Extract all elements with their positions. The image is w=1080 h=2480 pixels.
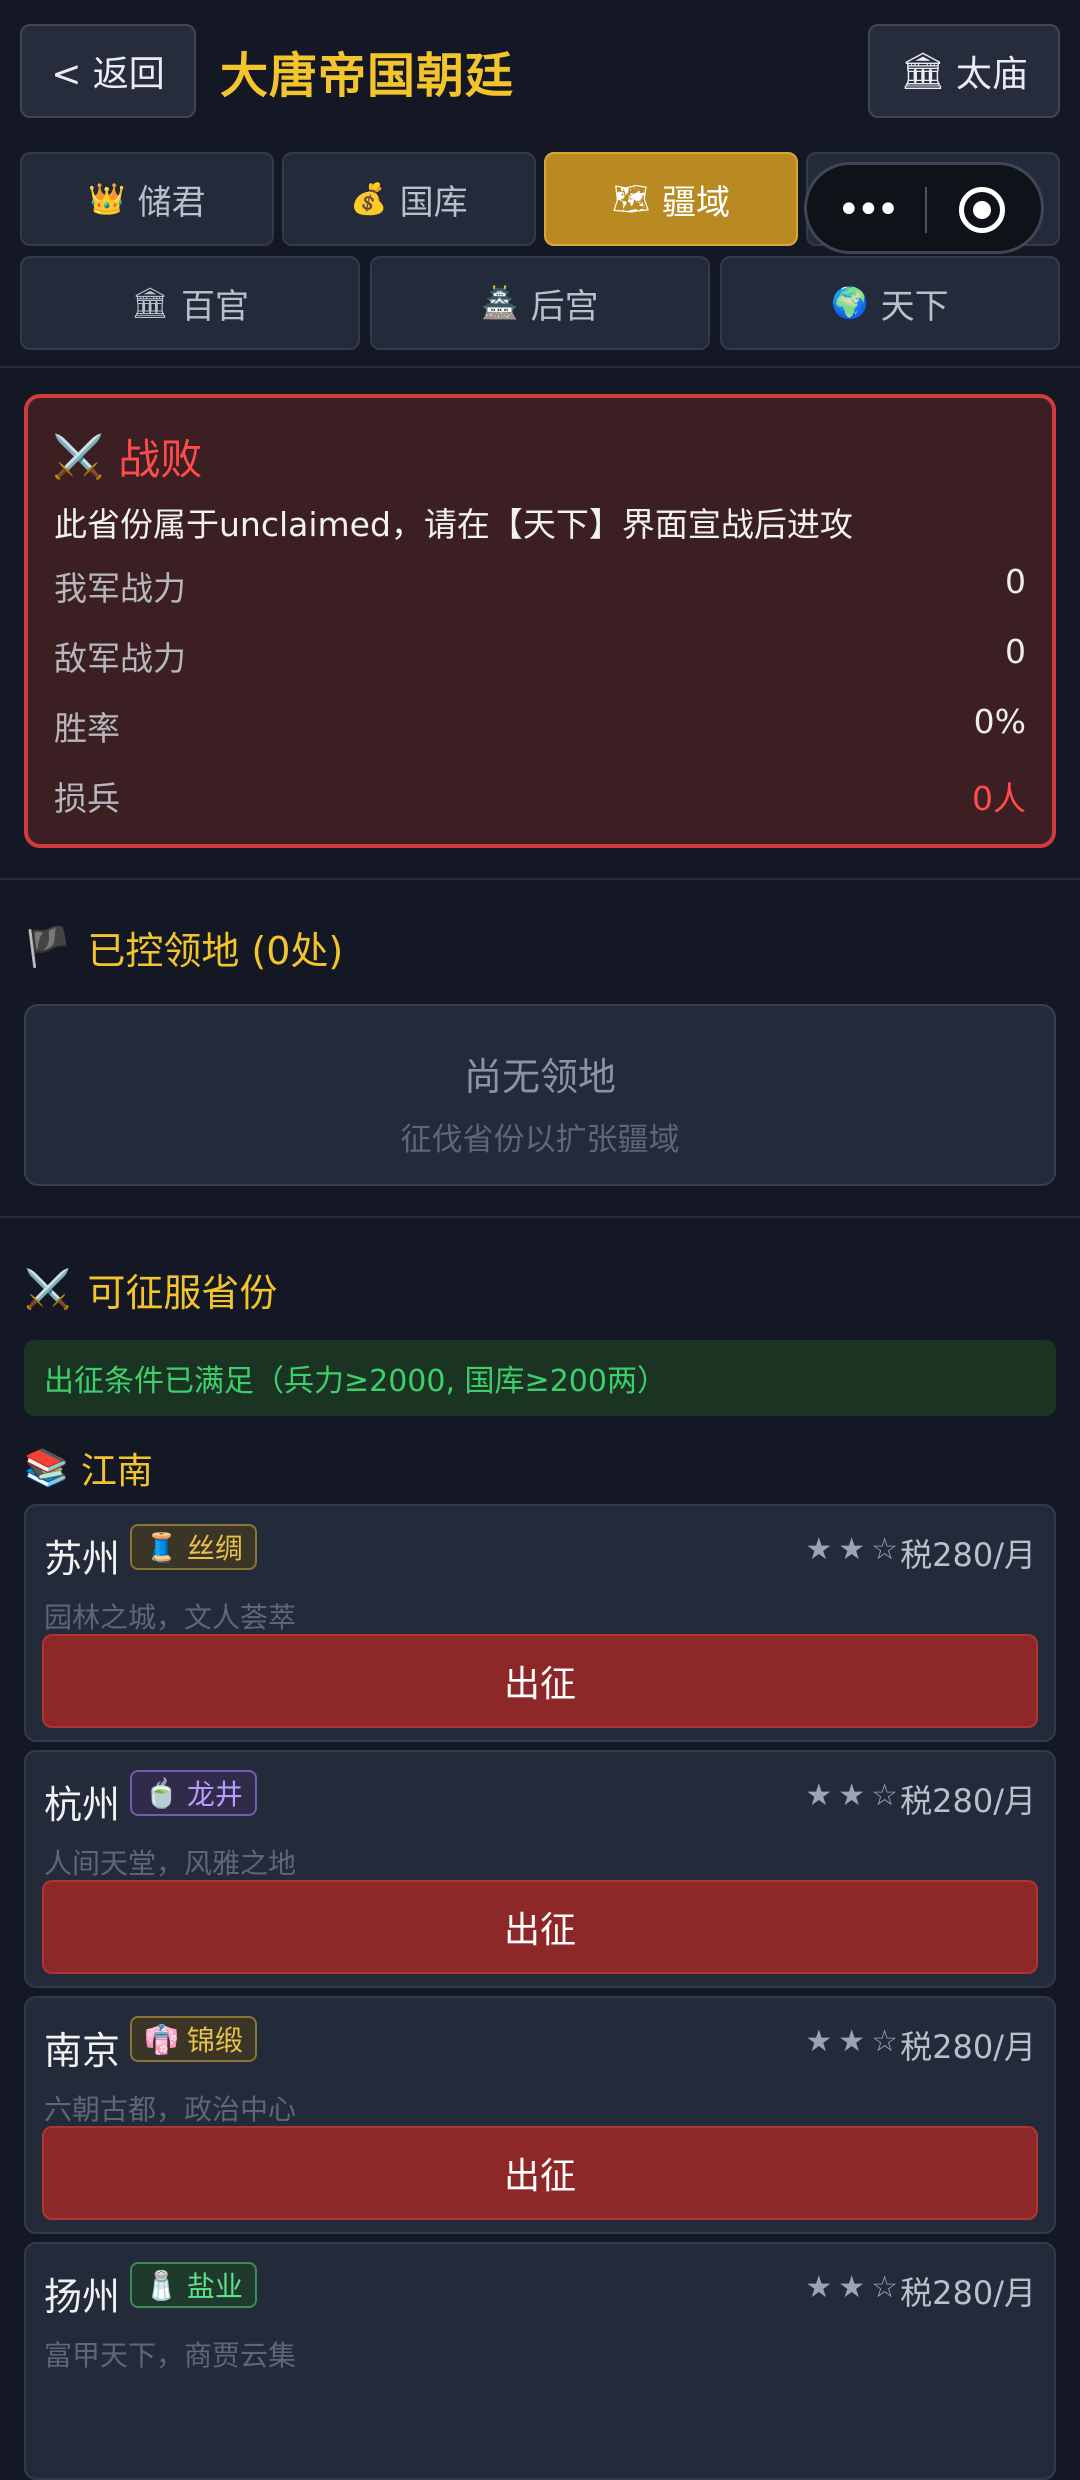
stat-value-losses: 0人 [972,779,1026,818]
top-bar: < 返回 大唐帝国朝廷 🏛 太庙 [0,0,1080,150]
close-target-icon[interactable] [959,187,1005,233]
resource-label: 丝绸 [186,1532,243,1565]
resource-label: 龙井 [186,1778,243,1811]
battle-title-text: 战败 [118,435,203,484]
tab-heir[interactable]: 👑 储君 [20,152,274,246]
kimono-icon: 👘 [144,2022,179,2056]
resource-badge: 👘 锦缎 [130,2016,257,2062]
rating-stars: ★★☆ [805,2270,904,2305]
province-card: 扬州 🧂 盐业 ★★☆ 税280/月 富甲天下，商贾云集 [24,2242,1056,2480]
tab-officials[interactable]: 🏛 百官 [20,256,360,350]
flag-icon: 🏴 [24,925,72,969]
tab-label: 后宫 [530,286,599,327]
resource-badge: 🧵 丝绸 [130,1524,257,1570]
province-name: 南京 [44,2029,121,2073]
province-description: 富甲天下，商贾云集 [44,2339,297,2372]
capsule-divider [925,187,927,233]
empty-hint: 征伐省份以扩张疆域 [400,1122,680,1158]
stat-value-enemy-power: 0 [1005,632,1026,671]
back-button[interactable]: < 返回 [20,24,196,118]
tax-value: 税280/月 [900,2274,1036,2312]
tax-value: 税280/月 [900,1782,1036,1820]
tab-harem[interactable]: 🏯 后宫 [370,256,710,350]
resource-label: 盐业 [186,2270,243,2303]
palace-icon: 🏯 [481,285,519,321]
divider [0,878,1080,880]
tab-label: 储君 [137,182,206,223]
stat-value-win-rate: 0% [973,702,1026,741]
tax-value: 税280/月 [900,1536,1036,1574]
stat-label-win-rate: 胜率 [54,709,120,748]
salt-icon: 🧂 [144,2268,179,2302]
condition-banner: 出征条件已满足（兵力≥2000, 国库≥200两） [24,1340,1056,1416]
province-card: 苏州 🧵 丝绸 ★★☆ 税280/月 园林之城，文人荟萃 出征 [24,1504,1056,1742]
empty-territories-box: 尚无领地 征伐省份以扩张疆域 [24,1004,1056,1186]
resource-badge: 🍵 龙井 [130,1770,257,1816]
attack-button[interactable]: 出征 [42,2126,1038,2220]
tab-treasury[interactable]: 💰 国库 [282,152,536,246]
tab-label: 国库 [399,182,468,223]
miniprogram-capsule[interactable]: ••• [804,162,1044,254]
stat-label-our-power: 我军战力 [54,569,186,608]
region-name: 江南 [80,1451,153,1492]
rating-stars: ★★☆ [805,1532,904,1567]
battle-result-panel: ⚔️ 战败 此省份属于unclaimed，请在【天下】界面宣战后进攻 我军战力 … [24,394,1056,848]
page-title: 大唐帝国朝廷 [220,48,515,104]
tab-territory[interactable]: 🗺 疆域 [544,152,798,246]
battle-title: ⚔️ 战败 [52,426,202,487]
rating-stars: ★★☆ [805,1778,904,1813]
money-bag-icon: 💰 [350,181,388,217]
province-description: 人间天堂，风雅之地 [44,1847,297,1880]
books-icon: 📚 [24,1448,69,1489]
temple-icon: 🏛 [900,51,946,92]
tea-icon: 🍵 [144,1776,179,1810]
rating-stars: ★★☆ [805,2024,904,2059]
tab-world[interactable]: 🌍 天下 [720,256,1060,350]
stat-label-enemy-power: 敌军战力 [54,639,186,678]
province-description: 园林之城，文人荟萃 [44,1601,297,1634]
province-name: 苏州 [44,1537,121,1581]
map-icon: 🗺 [611,181,651,217]
battle-message: 此省份属于unclaimed，请在【天下】界面宣战后进攻 [54,505,853,544]
crossed-swords-icon: ⚔️ [24,1267,72,1311]
stat-value-our-power: 0 [1005,562,1026,601]
tab-label: 疆域 [662,182,731,223]
crown-icon: 👑 [88,181,126,217]
conquerable-heading: ⚔️ 可征服省份 [24,1262,277,1317]
attack-button[interactable]: 出征 [42,1880,1038,1974]
resource-badge: 🧂 盐业 [130,2262,257,2308]
province-description: 六朝古都，政治中心 [44,2093,297,2126]
province-card: 杭州 🍵 龙井 ★★☆ 税280/月 人间天堂，风雅之地 出征 [24,1750,1056,1988]
tab-label: 百官 [181,286,250,327]
more-dots-icon[interactable]: ••• [837,187,900,233]
conquerable-title: 可征服省份 [87,1271,278,1315]
temple-label: 太庙 [955,54,1028,95]
territories-title: 已控领地 (0处) [87,929,344,973]
region-heading: 📚 江南 [24,1442,153,1494]
globe-icon: 🌍 [831,285,869,321]
resource-label: 锦缎 [186,2024,243,2057]
tab-label: 天下 [880,286,949,327]
tax-value: 税280/月 [900,2028,1036,2066]
divider [0,1216,1080,1218]
stat-label-losses: 损兵 [54,779,120,818]
temple-icon: 🏛 [130,285,170,321]
province-name: 杭州 [44,1783,121,1827]
province-name: 扬州 [44,2275,121,2319]
attack-button[interactable]: 出征 [42,1634,1038,1728]
thread-icon: 🧵 [144,1530,179,1564]
divider [0,366,1080,368]
empty-title: 尚无领地 [463,1055,616,1099]
province-card: 南京 👘 锦缎 ★★☆ 税280/月 六朝古都，政治中心 出征 [24,1996,1056,2234]
territories-heading: 🏴 已控领地 (0处) [24,920,343,975]
temple-button[interactable]: 🏛 太庙 [868,24,1060,118]
crossed-swords-icon: ⚔️ [52,431,105,481]
